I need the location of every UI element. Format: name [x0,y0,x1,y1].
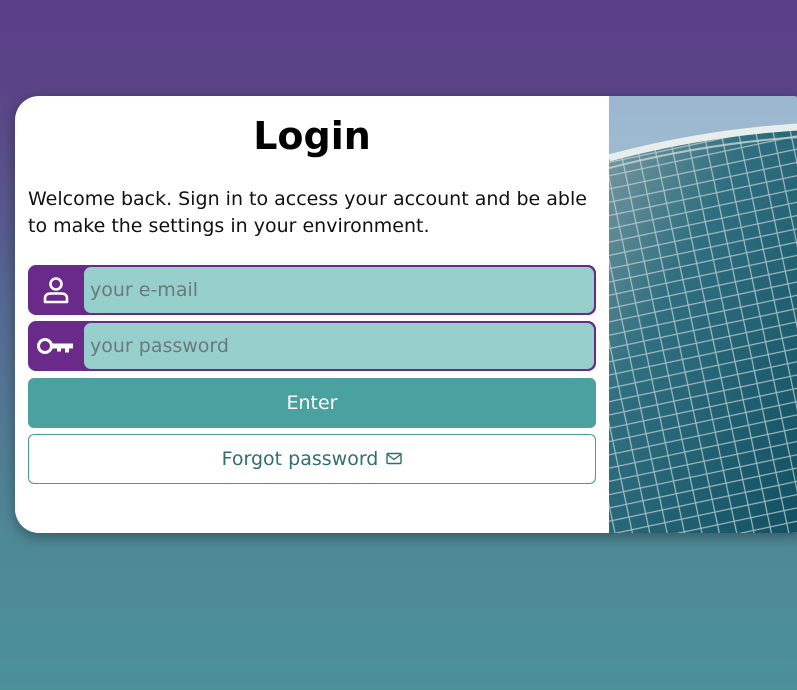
password-group [28,321,596,371]
enter-button-label: Enter [286,392,338,414]
password-field[interactable] [84,323,594,369]
email-group [28,265,596,315]
enter-button[interactable]: Enter [28,378,596,428]
login-card: Login Welcome back. Sign in to access yo… [15,96,797,533]
email-field[interactable] [84,267,594,313]
key-icon [28,321,84,371]
login-form: Login Welcome back. Sign in to access yo… [15,96,609,533]
building-image [609,96,797,533]
welcome-text: Welcome back. Sign in to access your acc… [28,188,587,237]
user-icon [28,265,84,315]
page-title: Login [253,114,371,158]
envelope-icon [386,448,403,470]
forgot-password-button[interactable]: Forgot password [28,434,596,484]
forgot-password-label: Forgot password [221,448,379,470]
